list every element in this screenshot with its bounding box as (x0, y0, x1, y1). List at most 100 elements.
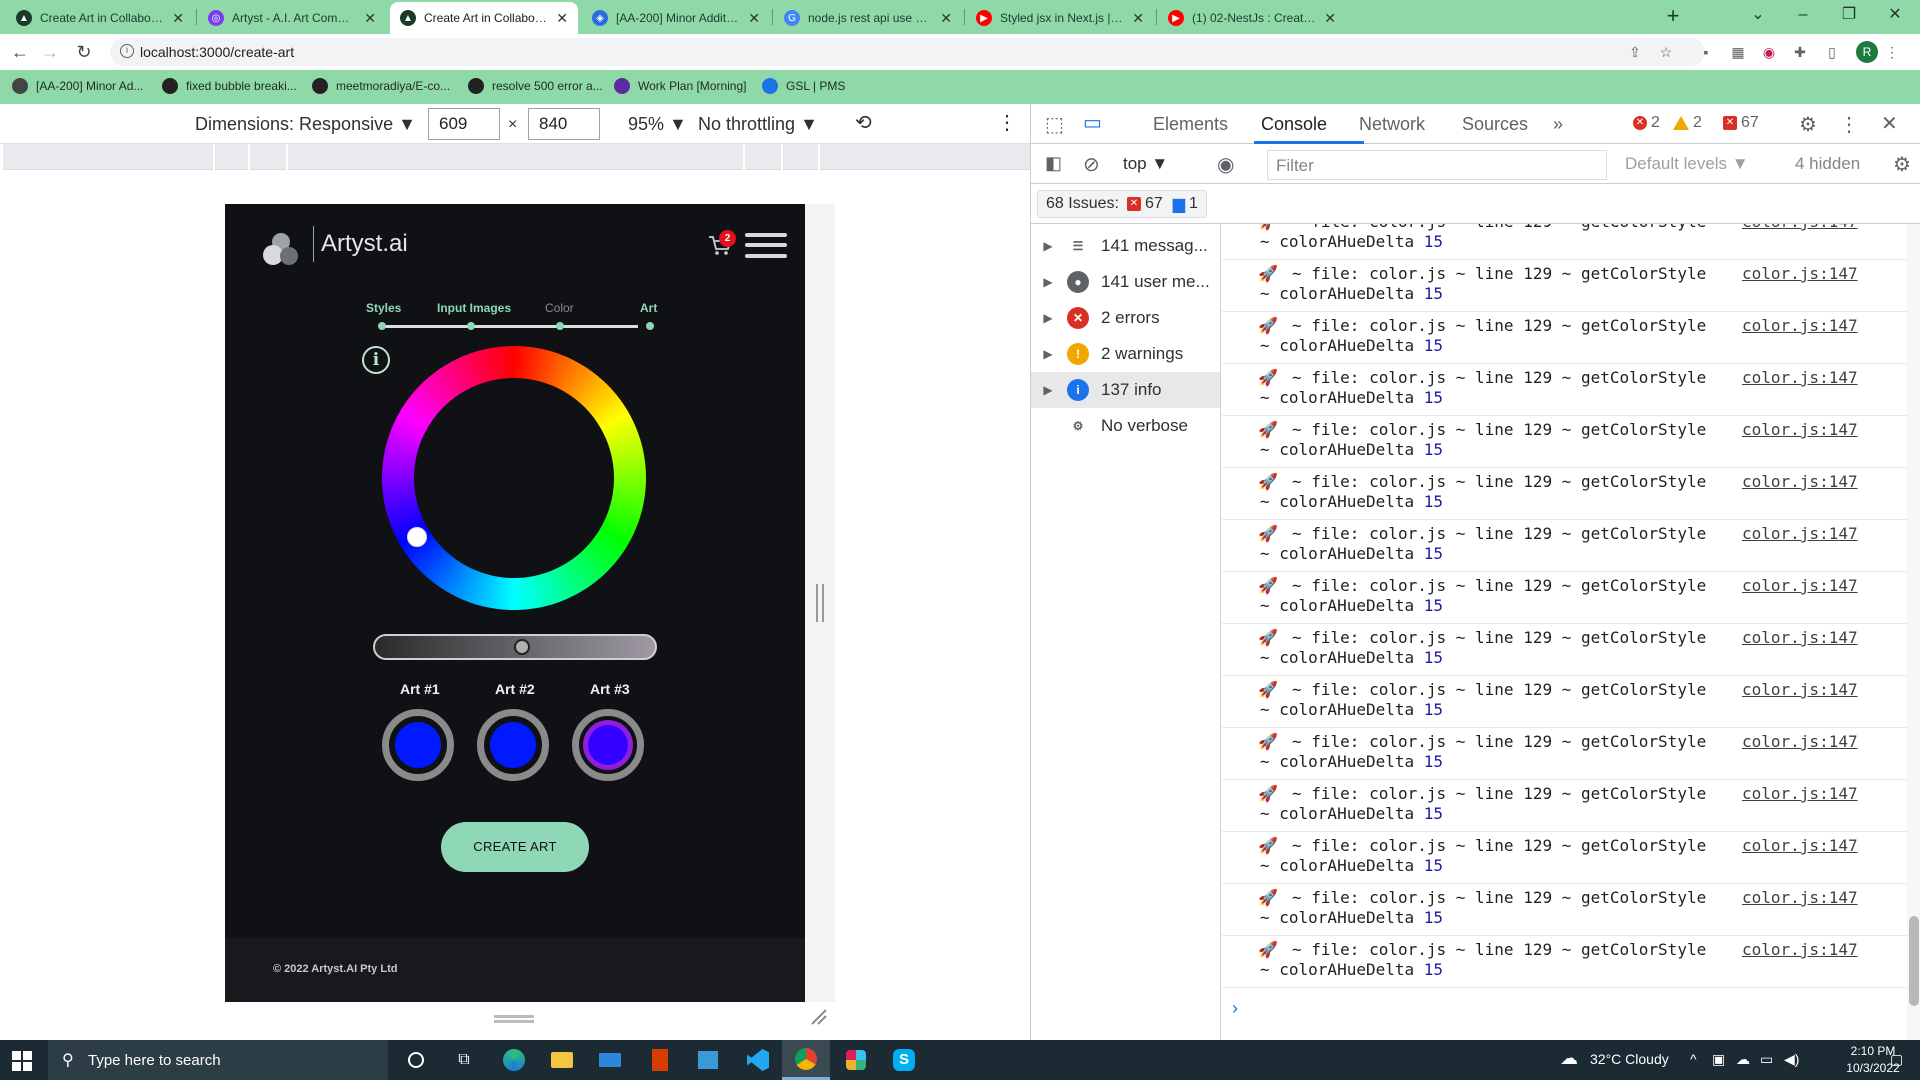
store-icon[interactable] (684, 1040, 732, 1080)
console-log-row[interactable]: 🚀 ~ file: color.js ~ line 129 ~ getColorS… (1222, 728, 1907, 780)
chrome-icon[interactable] (782, 1040, 830, 1080)
browser-tab[interactable]: ▲ Create Art in Collaboration with ✕ (390, 2, 578, 34)
tab-console[interactable]: Console (1261, 114, 1327, 135)
console-prompt[interactable]: › (1232, 998, 1238, 1019)
tab-sources[interactable]: Sources (1462, 114, 1528, 135)
devtools-menu-icon[interactable]: ⋮ (1839, 112, 1859, 137)
console-log-row[interactable]: 🚀 ~ file: color.js ~ line 129 ~ getColorS… (1222, 936, 1907, 988)
inspect-element-icon[interactable]: ⬚ (1045, 112, 1064, 137)
height-input[interactable]: 840 (528, 108, 600, 140)
console-sidebar-item[interactable]: ▶ ☰ 141 messag... (1031, 228, 1220, 264)
art-color-swatch-1[interactable] (382, 709, 454, 781)
log-source-link[interactable]: color.js:147 (1742, 836, 1858, 855)
throttling-select[interactable]: No throttling ▼ (698, 114, 818, 135)
kebab-menu-icon[interactable]: ⋮ (1882, 42, 1902, 62)
media-query-ruler[interactable] (3, 144, 1030, 170)
context-select[interactable]: top ▼ (1123, 154, 1168, 174)
console-sidebar-item[interactable]: ▶ i 137 info (1031, 372, 1220, 408)
art-color-swatch-3[interactable] (572, 709, 644, 781)
browser-tab[interactable]: ▲ Create Art in Collaboration with ✕ (6, 2, 194, 34)
clear-console-icon[interactable]: ⊘ (1083, 152, 1100, 177)
viewport-resize-handle[interactable] (816, 584, 824, 622)
reload-button[interactable]: ↻ (70, 38, 98, 66)
weather-text[interactable]: 32°C Cloudy (1590, 1051, 1669, 1067)
console-log-row[interactable]: 🚀 ~ file: color.js ~ line 129 ~ getColorS… (1222, 884, 1907, 936)
tab-search-icon[interactable]: ⌄ (1735, 0, 1781, 34)
warning-counter[interactable]: 2 (1673, 114, 1702, 132)
bookmark-item[interactable]: GSL | PMS (762, 78, 845, 94)
step-input-images[interactable]: Input Images (437, 301, 511, 315)
device-options-icon[interactable]: ⋮ (997, 110, 1017, 135)
skype-icon[interactable]: S (880, 1040, 928, 1080)
volume-icon[interactable]: ◀) (1784, 1051, 1799, 1068)
console-log-row[interactable]: 🚀 ~ file: color.js ~ line 129 ~ getColorS… (1222, 832, 1907, 884)
log-source-link[interactable]: color.js:147 (1742, 316, 1858, 335)
extension-icon[interactable]: ▦ (1728, 42, 1748, 62)
console-sidebar-item[interactable]: ▶ ● 141 user me... (1031, 264, 1220, 300)
tab-network[interactable]: Network (1359, 114, 1425, 135)
network-icon[interactable]: ▭ (1760, 1051, 1773, 1068)
log-source-link[interactable]: color.js:147 (1742, 888, 1858, 907)
extension-icon[interactable]: ▪ (1696, 42, 1716, 62)
edge-icon[interactable] (490, 1040, 538, 1080)
console-sidebar-item[interactable]: ▶! 2 warnings (1031, 336, 1220, 372)
console-sidebar-item[interactable]: ▶ ✕ 2 errors (1031, 300, 1220, 336)
info-icon[interactable]: i (362, 346, 390, 374)
browser-tab[interactable]: ▶ Styled jsx in Next.js | NextJs Tut ✕ (966, 2, 1154, 34)
log-source-link[interactable]: color.js:147 (1742, 472, 1858, 491)
more-tabs-icon[interactable]: » (1553, 114, 1563, 135)
error-counter[interactable]: ✕ 2 (1633, 114, 1660, 132)
console-log-row[interactable]: 🚀 ~ file: color.js ~ line 129 ~ getColorS… (1222, 312, 1907, 364)
bookmark-star-icon[interactable]: ☆ (1656, 42, 1676, 62)
console-filter-input[interactable]: Filter (1267, 150, 1607, 180)
bookmark-item[interactable]: fixed bubble breaki... (162, 78, 297, 94)
step-color[interactable]: Color (545, 301, 574, 315)
console-log-row[interactable]: 🚀 ~ file: color.js ~ line 129 ~ getColorS… (1222, 572, 1907, 624)
side-panel-icon[interactable]: ▯ (1822, 42, 1842, 62)
puzzle-icon[interactable]: ✚ (1790, 42, 1810, 62)
console-log-row[interactable]: 🚀 ~ file: color.js ~ line 129 ~ getColorS… (1222, 364, 1907, 416)
expand-arrow-icon[interactable]: ▶ (1035, 275, 1061, 289)
onedrive-icon[interactable]: ☁ (1736, 1051, 1750, 1068)
console-log-row[interactable]: 🚀 ~ file: color.js ~ line 129 ~ getColorS… (1222, 624, 1907, 676)
log-source-link[interactable]: color.js:147 (1742, 732, 1858, 751)
browser-tab[interactable]: ◎ Artyst - A.I. Art Commissions - A ✕ (198, 2, 386, 34)
zoom-select[interactable]: 95% ▼ (628, 114, 687, 135)
close-tab-icon[interactable]: ✕ (940, 10, 952, 27)
device-toggle-icon[interactable]: ▭ (1083, 110, 1102, 135)
corner-resize-icon[interactable] (808, 1006, 828, 1026)
site-info-icon[interactable]: i (120, 44, 134, 58)
slider-thumb[interactable] (514, 639, 530, 655)
tray-app-icon[interactable]: ▣ (1712, 1051, 1725, 1068)
log-levels-select[interactable]: Default levels ▼ (1625, 154, 1749, 174)
expand-arrow-icon[interactable]: ▶ (1035, 239, 1061, 253)
log-source-link[interactable]: color.js:147 (1742, 524, 1858, 543)
step-art[interactable]: Art (640, 301, 657, 315)
close-window-button[interactable]: ✕ (1872, 0, 1918, 34)
create-art-button[interactable]: CREATE ART (441, 822, 589, 872)
expand-arrow-icon[interactable]: ▶ (1035, 383, 1061, 397)
close-devtools-icon[interactable]: ✕ (1881, 111, 1898, 136)
console-log-row[interactable]: 🚀 ~ file: color.js ~ line 129 ~ getColorS… (1222, 416, 1907, 468)
hue-handle[interactable] (407, 527, 427, 547)
browser-tab[interactable]: ▶ (1) 02-NestJs : Create App By us ✕ (1158, 2, 1346, 34)
browser-tab[interactable]: Gnode.js rest api use callback fun ✕ (774, 2, 962, 34)
console-log-row[interactable]: 🚀 ~ file: color.js ~ line 129 ~ getColorS… (1222, 780, 1907, 832)
cortana-icon[interactable] (392, 1040, 440, 1080)
bookmark-item[interactable]: Work Plan [Morning] (614, 78, 747, 94)
new-tab-button[interactable]: + (1660, 4, 1686, 30)
console-log-row[interactable]: 🚀 ~ file: color.js ~ line 129 ~ getColorS… (1222, 260, 1907, 312)
console-log-row[interactable]: 🚀 ~ file: color.js ~ line 129 ~ getColorS… (1222, 468, 1907, 520)
log-source-link[interactable]: color.js:147 (1742, 784, 1858, 803)
step-styles[interactable]: Styles (366, 301, 401, 315)
close-tab-icon[interactable]: ✕ (748, 10, 760, 27)
issues-button[interactable]: 68 Issues: ✕ 67 ▆ 1 (1037, 190, 1207, 218)
close-tab-icon[interactable]: ✕ (172, 10, 184, 27)
notifications-icon[interactable]: ▢ (1890, 1051, 1903, 1068)
file-explorer-icon[interactable] (538, 1040, 586, 1080)
task-view-icon[interactable]: ⧉ (440, 1040, 488, 1080)
close-tab-icon[interactable]: ✕ (364, 10, 376, 27)
browser-tab[interactable]: ◈ [AA-200] Minor Additions and F ✕ (582, 2, 770, 34)
console-log-row[interactable]: 🚀 ~ file: color.js ~ line 129 ~ getColorS… (1222, 520, 1907, 572)
minimize-button[interactable]: – (1780, 0, 1826, 34)
